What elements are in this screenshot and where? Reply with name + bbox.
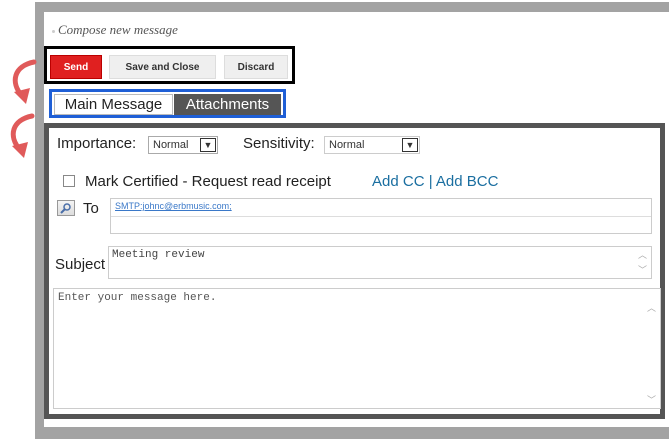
importance-label: Importance:	[57, 135, 137, 152]
scroll-down-icon[interactable]: ﹀	[647, 393, 656, 406]
save-and-close-button[interactable]: Save and Close	[109, 55, 216, 79]
add-cc-bcc-link[interactable]: Add CC | Add BCC	[372, 173, 498, 190]
compose-title: Compose new message	[58, 22, 178, 37]
certified-label: Mark Certified - Request read receipt	[85, 173, 331, 190]
message-body-placeholder: Enter your message here.	[58, 292, 217, 304]
certified-checkbox[interactable]	[63, 175, 75, 187]
scroll-up-icon[interactable]: ︿	[638, 248, 647, 261]
tab-attachments[interactable]: Attachments	[174, 94, 281, 115]
curved-arrow-icon	[10, 113, 35, 158]
sensitivity-select[interactable]: Normal ▼	[324, 136, 420, 154]
address-book-icon[interactable]	[57, 200, 75, 216]
chevron-down-icon: ▼	[402, 138, 418, 152]
subject-value: Meeting review	[112, 249, 205, 261]
to-field[interactable]: SMTP:johnc@erbmusic.com;	[110, 198, 652, 234]
bullet-dot	[52, 30, 55, 33]
message-body-input[interactable]: Enter your message here. ︿ ﹀	[53, 288, 661, 409]
sensitivity-value: Normal	[329, 139, 365, 151]
subject-input[interactable]: Meeting review ︿ ﹀	[108, 246, 652, 279]
to-recipient[interactable]: SMTP:johnc@erbmusic.com;	[115, 201, 232, 211]
importance-select[interactable]: Normal ▼	[148, 136, 218, 154]
scroll-up-icon[interactable]: ︿	[647, 301, 656, 314]
to-label: To	[83, 200, 99, 217]
chevron-down-icon: ▼	[200, 138, 216, 152]
scroll-down-icon[interactable]: ﹀	[638, 263, 647, 276]
tab-main-message[interactable]: Main Message	[54, 94, 173, 115]
discard-button[interactable]: Discard	[224, 55, 288, 79]
sensitivity-label: Sensitivity:	[243, 135, 315, 152]
send-button[interactable]: Send	[50, 55, 102, 79]
importance-value: Normal	[153, 139, 189, 151]
to-field-divider	[111, 216, 651, 217]
curved-arrow-icon	[12, 59, 37, 104]
subject-label: Subject	[55, 256, 106, 273]
